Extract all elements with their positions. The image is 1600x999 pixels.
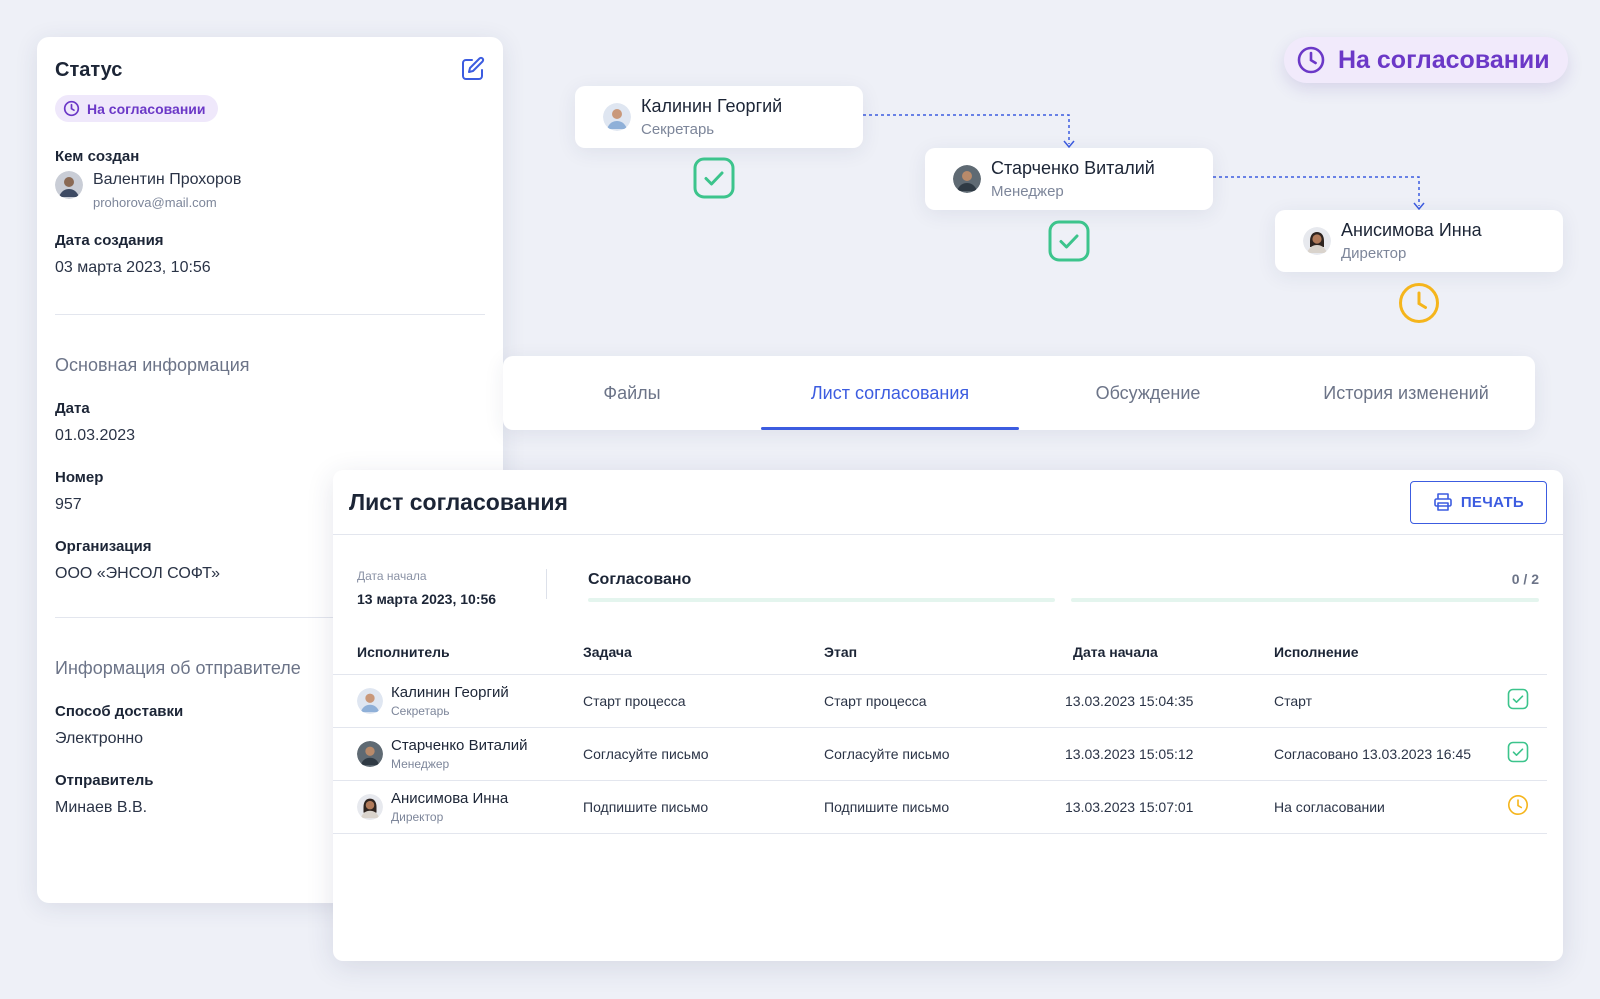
stage-cell: Подпишите письмо bbox=[824, 780, 1065, 834]
executor-name: Калинин Георгий bbox=[391, 683, 509, 701]
creator-email: prohorova@mail.com bbox=[93, 195, 217, 210]
approved-label: Согласовано bbox=[588, 571, 692, 588]
clock-icon bbox=[1297, 46, 1325, 74]
avatar bbox=[55, 171, 83, 199]
creator: Валентин Прохоров prohorova@mail.com bbox=[55, 171, 485, 210]
avatar bbox=[357, 687, 383, 714]
task-cell: Старт процесса bbox=[583, 674, 824, 728]
avatar bbox=[603, 103, 631, 131]
workflow-node-name: Старченко Виталий bbox=[991, 158, 1155, 178]
sheet-title: Лист согласования bbox=[349, 488, 568, 515]
clock-icon bbox=[1508, 795, 1528, 815]
workflow-node[interactable]: Калинин Георгий Секретарь bbox=[575, 86, 863, 148]
executor-role: Директор bbox=[391, 809, 444, 824]
status-pill: На согласовании bbox=[1284, 37, 1568, 83]
executor-role: Секретарь bbox=[391, 703, 450, 718]
created-by-label: Кем создан bbox=[55, 148, 140, 165]
workflow-node-name: Анисимова Инна bbox=[1341, 220, 1482, 240]
creator-name: Валентин Прохоров bbox=[93, 171, 242, 188]
workflow-node-role: Секретарь bbox=[641, 121, 715, 138]
main-info-section-title: Основная информация bbox=[55, 355, 250, 375]
check-icon bbox=[693, 157, 735, 199]
edit-icon[interactable] bbox=[459, 55, 487, 83]
task-cell: Согласуйте письмо bbox=[583, 727, 824, 781]
start-date: 13 марта 2023, 10:56 bbox=[357, 591, 497, 607]
avatar bbox=[1303, 227, 1331, 255]
stage-cell: Согласуйте письмо bbox=[824, 727, 1065, 781]
date-cell: 13.03.2023 15:07:01 bbox=[1065, 780, 1274, 834]
workflow-node[interactable]: Старченко Виталий Менеджер bbox=[925, 148, 1213, 210]
result-cell: Старт bbox=[1274, 674, 1507, 728]
status-title: Статус bbox=[55, 59, 123, 81]
table-row[interactable]: Старченко Виталий Менеджер Согласуйте пи… bbox=[333, 727, 1547, 781]
tab-files[interactable]: Файлы bbox=[503, 356, 761, 430]
status-badge-label: На согласовании bbox=[87, 100, 206, 117]
created-date-label: Дата создания bbox=[55, 232, 164, 249]
approval-table: Исполнитель Задача Этап Дата начала Испо… bbox=[333, 630, 1547, 834]
created-date: 03 марта 2023, 10:56 bbox=[55, 259, 211, 276]
clock-icon bbox=[1399, 283, 1439, 323]
task-cell: Подпишите письмо bbox=[583, 780, 824, 834]
executor-name: Анисимова Инна bbox=[391, 789, 509, 807]
col-header-stage: Этап bbox=[824, 630, 1065, 675]
table-row[interactable]: Калинин Георгий Секретарь Старт процесса… bbox=[333, 674, 1547, 728]
col-header-start-date: Дата начала bbox=[1065, 630, 1274, 675]
tab-discussion[interactable]: Обсуждение bbox=[1019, 356, 1277, 430]
col-header-result: Исполнение bbox=[1274, 630, 1507, 675]
avatar bbox=[953, 165, 981, 193]
print-button[interactable]: ПЕЧАТЬ bbox=[1409, 480, 1547, 524]
date-cell: 13.03.2023 15:04:35 bbox=[1065, 674, 1274, 728]
progress-segment bbox=[1071, 598, 1539, 602]
avatar bbox=[357, 740, 383, 767]
status-pill-label: На согласовании bbox=[1338, 45, 1550, 74]
executor-role: Менеджер bbox=[391, 756, 450, 771]
workflow-node-role: Директор bbox=[1341, 245, 1407, 262]
check-icon bbox=[1048, 220, 1090, 262]
table-row[interactable]: Анисимова Инна Директор Подпишите письмо… bbox=[333, 780, 1547, 834]
approval-sheet-panel: Лист согласования ПЕЧАТЬ Дата начала 13 … bbox=[333, 470, 1563, 961]
printer-icon bbox=[1434, 493, 1452, 511]
status-badge: На согласовании bbox=[55, 95, 218, 122]
stage-cell: Старт процесса bbox=[824, 674, 1065, 728]
sheet-summary: Дата начала 13 марта 2023, 10:56 Согласо… bbox=[333, 535, 1563, 630]
col-header-task: Задача bbox=[583, 630, 824, 675]
sheet-header: Лист согласования ПЕЧАТЬ bbox=[333, 470, 1563, 535]
date-cell: 13.03.2023 15:05:12 bbox=[1065, 727, 1274, 781]
check-icon bbox=[1507, 741, 1529, 763]
date-value: 01.03.2023 bbox=[55, 427, 136, 444]
col-header-executor: Исполнитель bbox=[333, 630, 583, 675]
avatar bbox=[357, 793, 383, 820]
print-button-label: ПЕЧАТЬ bbox=[1460, 493, 1524, 511]
date-label: Дата bbox=[55, 400, 90, 417]
tabs-bar: Файлы Лист согласования Обсуждение Истор… bbox=[503, 356, 1535, 430]
tab-history[interactable]: История изменений bbox=[1277, 356, 1535, 430]
workflow-node-name: Калинин Георгий bbox=[641, 96, 783, 116]
start-date-label: Дата начала bbox=[357, 569, 427, 583]
check-icon bbox=[1507, 688, 1529, 710]
result-cell: На согласовании bbox=[1274, 780, 1507, 834]
executor-name: Старченко Виталий bbox=[391, 736, 528, 754]
clock-icon bbox=[63, 100, 80, 117]
divider bbox=[546, 569, 547, 599]
result-cell: Согласовано 13.03.2023 16:45 bbox=[1274, 727, 1507, 781]
progress-segment bbox=[588, 598, 1055, 602]
divider bbox=[55, 314, 485, 315]
workflow-node[interactable]: Анисимова Инна Директор bbox=[1275, 210, 1563, 272]
tab-approval-sheet[interactable]: Лист согласования bbox=[761, 356, 1019, 430]
approved-count: 0 / 2 bbox=[1511, 571, 1539, 587]
workflow-node-role: Менеджер bbox=[991, 183, 1064, 200]
